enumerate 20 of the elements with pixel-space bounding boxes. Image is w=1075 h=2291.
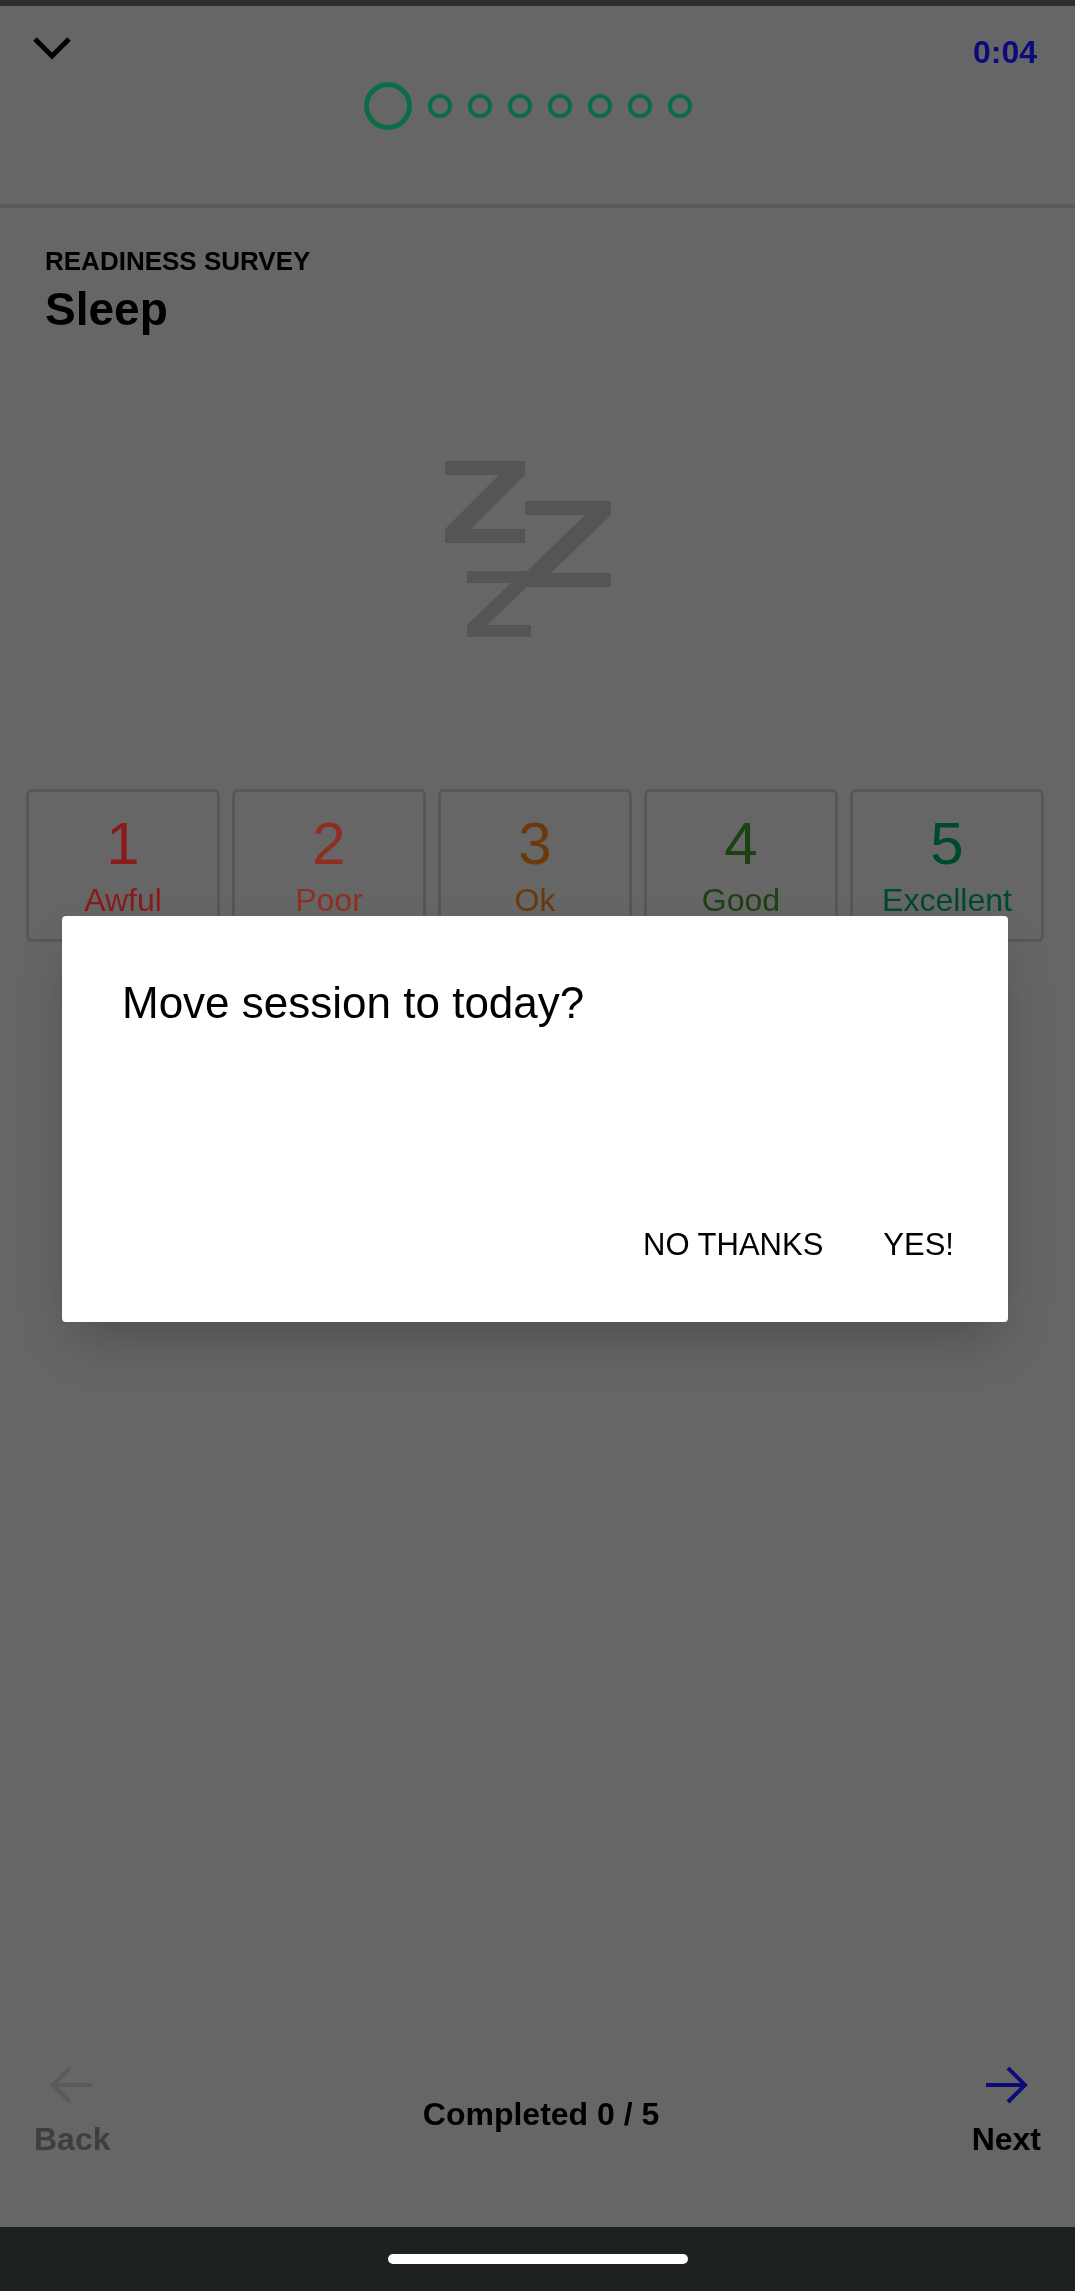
rating-label: Ok xyxy=(514,880,556,920)
rating-number: 3 xyxy=(518,813,552,874)
timer: 0:04 xyxy=(972,36,1038,68)
rating-number: 2 xyxy=(312,813,346,874)
completion-status: Completed 0 / 5 xyxy=(422,2094,660,2134)
question-title: Sleep xyxy=(45,282,169,337)
rating-number: 1 xyxy=(106,813,140,874)
survey-label: READINESS SURVEY xyxy=(45,245,312,278)
rating-number: 4 xyxy=(724,813,758,874)
arrow-right-icon xyxy=(984,2064,1029,2105)
rating-label: Good xyxy=(701,880,781,920)
chevron-down-icon[interactable] xyxy=(32,36,72,60)
rating-label: Excellent xyxy=(882,880,1012,920)
next-button[interactable]: Next xyxy=(971,2064,1041,2163)
rating-label: Awful xyxy=(84,880,162,920)
rating-label: Poor xyxy=(295,880,363,920)
dialog-button[interactable]: NO THANKS xyxy=(623,1211,844,1278)
rating-number: 5 xyxy=(930,813,964,874)
dialog-title: Move session to today? xyxy=(121,977,586,1029)
dialog-button[interactable]: YES! xyxy=(863,1211,974,1278)
